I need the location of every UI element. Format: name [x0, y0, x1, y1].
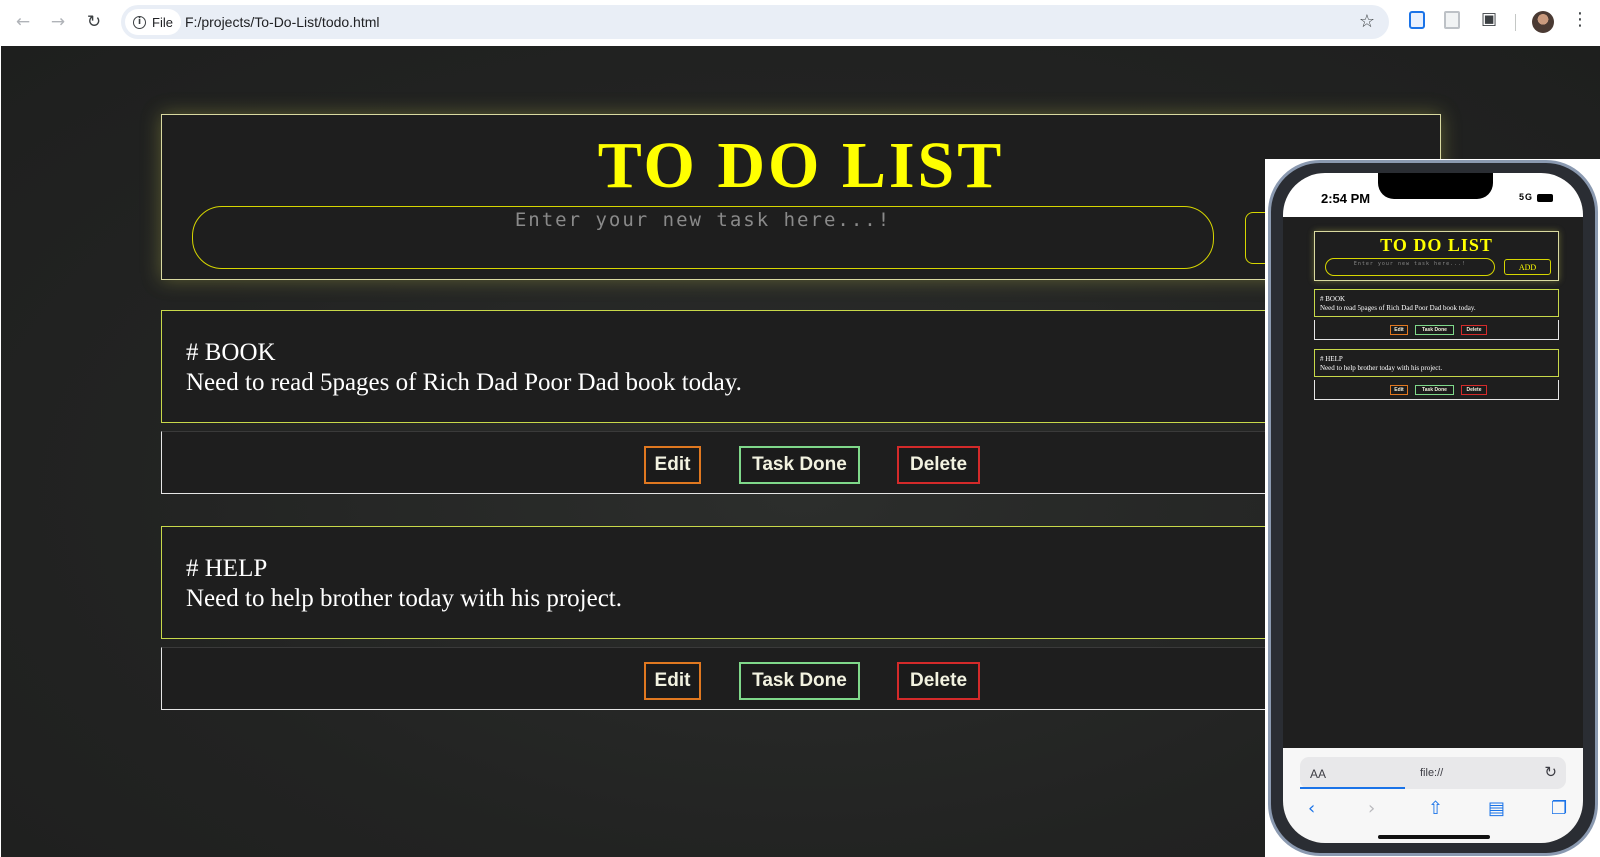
mobile-url-text[interactable]: file://	[1420, 767, 1443, 779]
delete-button[interactable]: Delete	[897, 662, 980, 700]
mobile-add-button[interactable]: ADD	[1504, 259, 1551, 275]
home-indicator	[1378, 835, 1490, 839]
phone-preview: 2:54 PM 5G TO DO LIST Enter your new tas…	[1265, 159, 1600, 857]
task-card: # HELP Need to help brother today with h…	[161, 526, 1441, 639]
toolbar-divider	[1515, 14, 1516, 31]
page-title: TO DO LIST	[597, 129, 1005, 202]
phone-screen: 2:54 PM 5G TO DO LIST Enter your new tas…	[1283, 173, 1583, 843]
mobile-task-input[interactable]: Enter your new task here...!	[1325, 258, 1495, 276]
chevron-right-icon[interactable]: ›	[1368, 798, 1375, 819]
site-info-chip[interactable]: i File	[125, 9, 181, 35]
task-tag: # BOOK	[186, 339, 276, 366]
star-icon[interactable]: ☆	[1359, 11, 1375, 32]
edit-button[interactable]: Edit	[644, 446, 701, 484]
puzzle-icon[interactable]: ▣	[1481, 9, 1501, 29]
mobile-edit-button[interactable]: Edit	[1390, 385, 1408, 395]
task-card: # BOOK Need to read 5pages of Rich Dad P…	[161, 310, 1441, 423]
mobile-task-done-button[interactable]: Task Done	[1415, 325, 1454, 335]
status-time: 2:54 PM	[1321, 191, 1371, 206]
reload-icon[interactable]: ↻	[81, 9, 107, 35]
info-icon: i	[133, 15, 146, 29]
phone-notch	[1378, 173, 1493, 199]
battery-icon	[1537, 194, 1553, 202]
signal-icon: 5G	[1518, 192, 1533, 202]
task-done-button[interactable]: Task Done	[739, 662, 860, 700]
avatar[interactable]	[1532, 11, 1554, 33]
kebab-menu-icon[interactable]: ⋮	[1571, 9, 1589, 30]
edit-button[interactable]: Edit	[644, 662, 701, 700]
task-actions: Edit Task Done Delete	[161, 431, 1441, 494]
task-done-button[interactable]: Task Done	[739, 446, 860, 484]
mobile-task-tag: # BOOK	[1320, 295, 1346, 303]
site-chip-label: File	[152, 14, 173, 30]
tabs-icon[interactable]: ❐	[1551, 798, 1567, 819]
arrow-left-icon[interactable]: ←	[10, 9, 36, 35]
task-text: Need to help brother today with his proj…	[186, 585, 622, 612]
address-bar[interactable]: i File F:/projects/To-Do-List/todo.html …	[121, 5, 1389, 39]
task-input[interactable]	[192, 206, 1214, 269]
mobile-delete-button[interactable]: Delete	[1461, 385, 1487, 395]
mobile-task-actions: Edit Task Done Delete	[1314, 320, 1559, 340]
mobile-delete-button[interactable]: Delete	[1461, 325, 1487, 335]
task-actions: Edit Task Done Delete	[161, 647, 1441, 710]
url-text[interactable]: F:/projects/To-Do-List/todo.html	[185, 14, 380, 30]
phone-status-bar: 2:54 PM 5G	[1283, 173, 1583, 217]
mobile-task-card: # HELP Need to help brother today with h…	[1314, 349, 1559, 377]
todo-header: TO DO LIST	[161, 114, 1441, 280]
mobile-address-bar[interactable]: AA file:// ↻	[1300, 757, 1566, 789]
book-icon[interactable]: ▤	[1488, 798, 1505, 819]
mobile-task-text: Need to help brother today with his proj…	[1320, 364, 1443, 372]
mobile-browser-bar: AA file:// ↻ ‹ › ⇧ ▤ ❐	[1283, 748, 1583, 843]
task-tag: # HELP	[186, 555, 268, 582]
share-icon[interactable]: ⇧	[1428, 798, 1443, 819]
extension-icon[interactable]	[1444, 11, 1460, 29]
arrow-right-icon[interactable]: →	[45, 9, 71, 35]
mobile-page-title: TO DO LIST	[1380, 235, 1493, 255]
mobile-task-tag: # HELP	[1320, 355, 1343, 363]
phone-frame: 2:54 PM 5G TO DO LIST Enter your new tas…	[1268, 160, 1598, 856]
chevron-left-icon[interactable]: ‹	[1308, 798, 1315, 819]
delete-button[interactable]: Delete	[897, 446, 980, 484]
mobile-todo-header: TO DO LIST Enter your new task here...! …	[1314, 231, 1559, 281]
mobile-task-card: # BOOK Need to read 5pages of Rich Dad P…	[1314, 289, 1559, 317]
task-text: Need to read 5pages of Rich Dad Poor Dad…	[186, 369, 742, 396]
extension-icon[interactable]	[1409, 11, 1425, 29]
reload-icon[interactable]: ↻	[1544, 763, 1557, 781]
mobile-task-done-button[interactable]: Task Done	[1415, 385, 1454, 395]
mobile-task-text: Need to read 5pages of Rich Dad Poor Dad…	[1320, 304, 1476, 312]
browser-toolbar: ← → ↻ i File F:/projects/To-Do-List/todo…	[0, 0, 1600, 46]
address-underline	[1300, 787, 1405, 789]
mobile-task-actions: Edit Task Done Delete	[1314, 380, 1559, 400]
text-size-button[interactable]: AA	[1310, 767, 1326, 781]
mobile-edit-button[interactable]: Edit	[1390, 325, 1408, 335]
